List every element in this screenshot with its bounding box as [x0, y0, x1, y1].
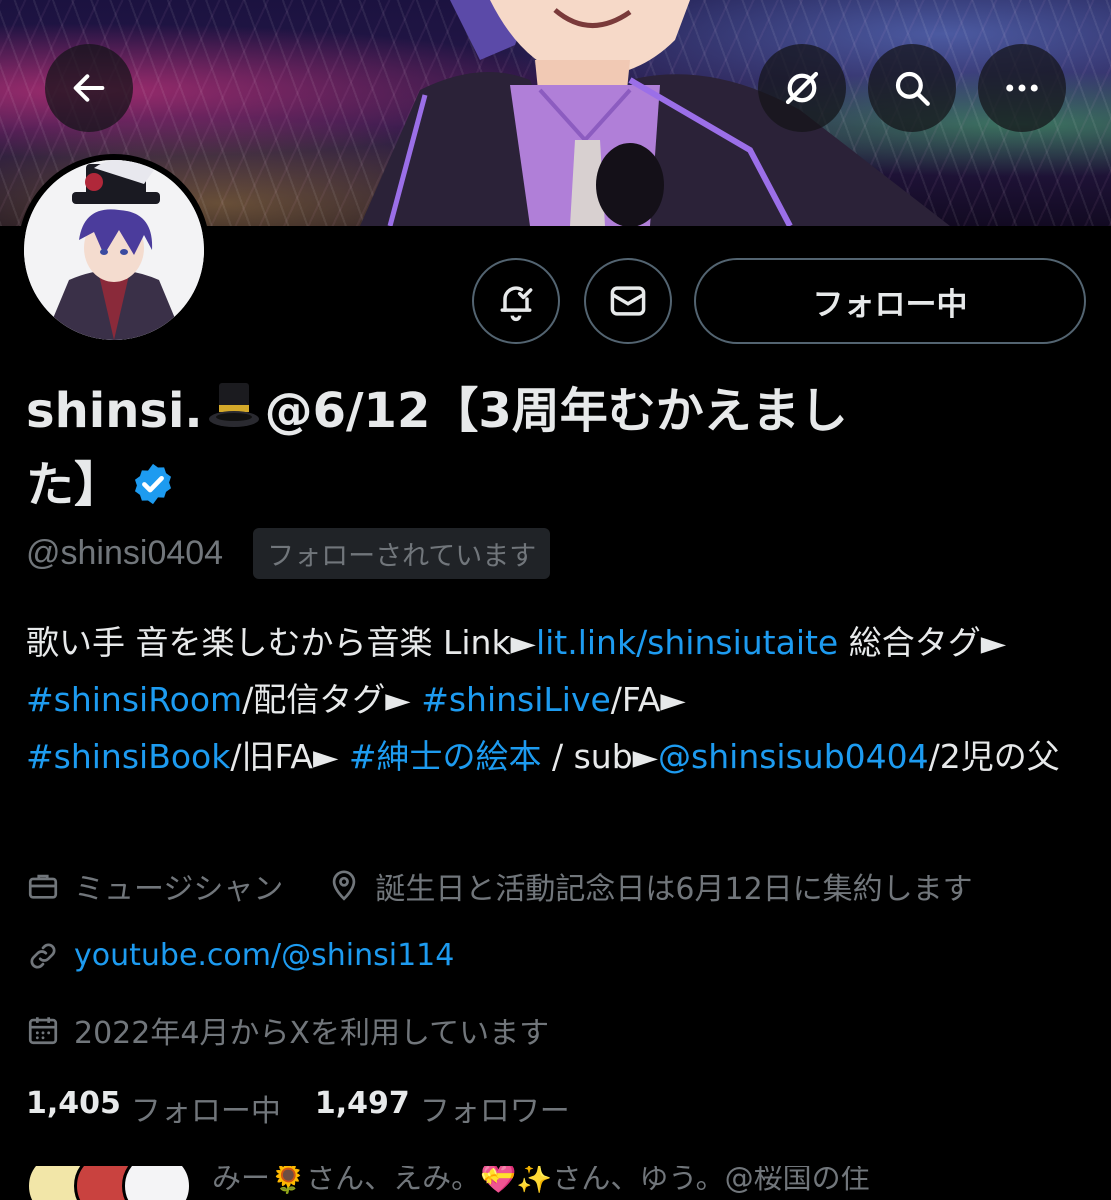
joined-text: 2022年4月からXを利用しています	[74, 1016, 550, 1051]
hashtag-link[interactable]: #shinsiRoom	[26, 680, 242, 719]
profile-handle: @shinsi0404	[26, 534, 224, 572]
notification-button[interactable]	[472, 258, 560, 344]
message-button[interactable]	[584, 258, 672, 344]
followed-by-row[interactable]: みー🌻さん、えみ。💝✨さん、ゆう。@桜国の住	[26, 1166, 1111, 1200]
hashtag-link[interactable]: #shinsiLive	[421, 680, 611, 719]
bio-text: 歌い手 音を楽しむから音楽 Link►	[26, 623, 536, 662]
hashtag-link[interactable]: #紳士の絵本	[349, 737, 542, 776]
verified-badge-icon[interactable]	[130, 456, 176, 526]
grok-button[interactable]	[758, 44, 846, 132]
bio-link[interactable]: lit.link/shinsiutaite	[536, 623, 838, 662]
location-item: 誕生日と活動記念日は6月12日に集約します	[327, 864, 973, 908]
mail-icon	[610, 286, 646, 316]
follow-stats: 1,405 フォロー中 1,497 フォロワー	[26, 1086, 604, 1130]
category-item: ミュージシャン	[26, 864, 283, 908]
profile-meta-row-2: youtube.com/@shinsi114	[26, 938, 498, 973]
hashtag-link[interactable]: #shinsiBook	[26, 737, 230, 776]
briefcase-icon	[26, 869, 60, 903]
calendar-icon	[26, 1013, 60, 1047]
bio-text: /旧FA►	[230, 737, 349, 776]
followed-by-text: みー🌻さん、えみ。💝✨さん、ゆう。@桜国の住	[212, 1166, 870, 1195]
bio-text: /2児の父	[928, 737, 1060, 776]
joined-item: 2022年4月からXを利用しています	[26, 1008, 549, 1052]
follows-you-badge: フォローされています	[253, 528, 551, 579]
bio-text: / sub►	[541, 737, 659, 776]
bell-check-icon	[500, 286, 533, 322]
back-button[interactable]	[45, 44, 133, 132]
website-item[interactable]: youtube.com/@shinsi114	[26, 938, 454, 973]
name-text-2: @6/12【3周年むかえまし	[264, 383, 848, 439]
more-button[interactable]	[978, 44, 1066, 132]
top-hat-emoji	[207, 380, 261, 450]
bio-text: /配信タグ►	[242, 680, 422, 719]
profile-meta-row-1: ミュージシャン 誕生日と活動記念日は6月12日に集約します	[26, 864, 1017, 908]
following-count[interactable]: 1,405	[26, 1086, 121, 1130]
followers-label[interactable]: フォロワー	[420, 1086, 570, 1130]
handle-row: @shinsi0404 フォローされています	[26, 528, 551, 579]
banner-character-illustration	[360, 0, 950, 226]
profile-meta-row-3: 2022年4月からXを利用しています	[26, 1008, 593, 1052]
grok-icon	[785, 71, 819, 105]
bio-text: 総合タグ►	[838, 623, 1007, 662]
profile-name: shinsi. @6/12【3周年むかえまし た】	[26, 376, 1086, 526]
following-button[interactable]: フォロー中	[694, 258, 1086, 344]
arrow-left-icon	[73, 74, 105, 102]
more-horizontal-icon	[1006, 84, 1038, 92]
location-text: 誕生日と活動記念日は6月12日に集約します	[375, 872, 973, 907]
avatar	[122, 1166, 192, 1200]
mention-link[interactable]: @shinsisub0404	[658, 737, 929, 776]
bio-text: /FA►	[610, 680, 686, 719]
link-icon	[26, 939, 60, 973]
website-link[interactable]: youtube.com/@shinsi114	[74, 938, 454, 973]
following-label[interactable]: フォロー中	[131, 1086, 281, 1130]
search-button[interactable]	[868, 44, 956, 132]
followers-count[interactable]: 1,497	[315, 1086, 410, 1130]
profile-avatar[interactable]	[18, 154, 210, 346]
name-text-1: shinsi.	[26, 383, 203, 439]
search-icon	[895, 71, 930, 106]
profile-bio: 歌い手 音を楽しむから音楽 Link►lit.link/shinsiutaite…	[26, 614, 1096, 785]
category-text: ミュージシャン	[74, 872, 284, 907]
name-text-3: た】	[26, 457, 123, 513]
location-pin-icon	[327, 869, 361, 903]
avatar-image	[24, 160, 204, 340]
